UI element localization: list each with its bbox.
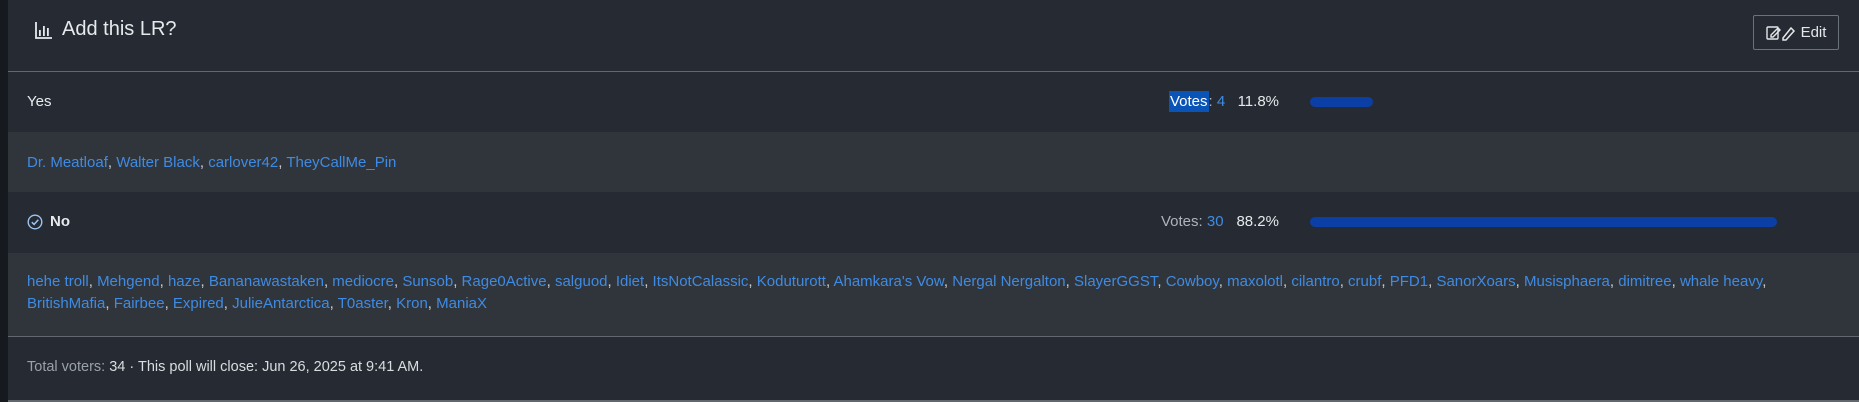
voter-separator: , — [88, 273, 98, 290]
percent-yes: 11.8% — [1237, 93, 1279, 110]
voter-link[interactable]: mediocre — [332, 273, 394, 290]
votes-number-no[interactable]: 30 — [1207, 213, 1224, 230]
voter-link[interactable]: Fairbee — [114, 295, 165, 312]
voter-separator: , — [607, 273, 616, 290]
voter-link[interactable]: cilantro — [1291, 273, 1339, 290]
voter-link[interactable]: dimitree — [1618, 273, 1671, 290]
edit-label: Edit — [1800, 24, 1827, 41]
option-no: No — [27, 213, 70, 230]
voter-separator: , — [107, 154, 117, 171]
voter-link[interactable]: T0aster — [338, 295, 388, 312]
voter-separator: , — [427, 295, 437, 312]
votes-count-yes[interactable]: Votes: 4 — [1169, 91, 1225, 112]
voter-separator: , — [1671, 273, 1680, 290]
poll-option-yes[interactable]: Yes Votes: 4 11.8% — [8, 72, 1859, 132]
voters-list-no: hehe troll, Mehgend, haze, Bananawastake… — [8, 253, 1859, 336]
voter-link[interactable]: BritishMafia — [27, 295, 105, 312]
poll-option-no[interactable]: No Votes: 30 88.2% — [8, 192, 1859, 253]
poll-title-block: Add this LR? — [34, 18, 177, 41]
voter-link[interactable]: Sunsob — [402, 273, 453, 290]
voter-link[interactable]: ManiaX — [436, 295, 487, 312]
voter-link[interactable]: PFD1 — [1390, 273, 1428, 290]
voter-link[interactable]: hehe troll — [27, 273, 89, 290]
voter-separator: , — [199, 154, 209, 171]
voter-link[interactable]: Expired — [173, 295, 224, 312]
voters-names-yes: Dr. Meatloaf, Walter Black, carlover42, … — [27, 152, 1829, 174]
bar-chart-icon — [35, 21, 52, 39]
votes-number-yes[interactable]: 4 — [1217, 93, 1225, 110]
voters-names-no: hehe troll, Mehgend, haze, Bananawastake… — [27, 271, 1829, 315]
voter-separator: , — [200, 273, 209, 290]
percent-no: 88.2% — [1236, 213, 1279, 230]
voter-separator: , — [943, 273, 953, 290]
poll-footer: Total voters: 34 · This poll will close:… — [8, 337, 1859, 400]
voter-link[interactable]: whale heavy — [1680, 273, 1762, 290]
voter-link[interactable]: JulieAntarctica — [232, 295, 330, 312]
voter-link[interactable]: SlayerGGST — [1074, 273, 1157, 290]
voter-separator: , — [1157, 273, 1166, 290]
voter-separator: , — [164, 295, 173, 312]
voter-link[interactable]: Kron — [396, 295, 428, 312]
voter-link[interactable]: Mehgend — [97, 273, 160, 290]
voter-separator: , — [329, 295, 338, 312]
vote-bar-no — [1310, 217, 1777, 227]
left-gutter — [0, 0, 8, 402]
voter-separator: , — [105, 295, 114, 312]
voter-link[interactable]: Musisphaera — [1524, 273, 1610, 290]
voter-separator: , — [1762, 273, 1767, 290]
voter-link[interactable]: Idiet — [616, 273, 644, 290]
voter-link[interactable]: Cowboy — [1166, 273, 1219, 290]
voter-separator: , — [1065, 273, 1074, 290]
edit-button[interactable]: Edit — [1753, 15, 1839, 50]
voter-link[interactable]: ItsNotCalassic — [653, 273, 749, 290]
total-voters-label: Total voters: — [27, 359, 106, 375]
option-label-no: No — [50, 213, 70, 230]
vote-bar-yes — [1310, 97, 1373, 107]
voter-separator: , — [387, 295, 397, 312]
voter-separator: , — [748, 273, 757, 290]
voter-separator: , — [546, 273, 555, 290]
voter-separator: , — [1339, 273, 1349, 290]
voter-separator: , — [453, 273, 462, 290]
voter-link[interactable]: Koduturott — [757, 273, 826, 290]
voter-separator: , — [1381, 273, 1390, 290]
voter-separator: , — [223, 295, 233, 312]
votes-label-no: Votes — [1161, 213, 1199, 230]
voter-link[interactable]: Nergal Nergalton — [952, 273, 1065, 290]
voter-link[interactable]: Rage0Active — [462, 273, 547, 290]
voter-link[interactable]: crubf — [1348, 273, 1381, 290]
voter-link[interactable]: Ahamkara's Vow — [833, 273, 943, 290]
voter-separator: , — [644, 273, 653, 290]
footer-text: Total voters: 34 · This poll will close:… — [27, 359, 423, 375]
voter-separator: , — [1609, 273, 1619, 290]
edit-icon — [1765, 25, 1795, 41]
check-circle-icon — [27, 213, 43, 230]
total-voters-count: 34 — [109, 359, 126, 375]
voters-list-yes: Dr. Meatloaf, Walter Black, carlover42, … — [8, 132, 1859, 192]
voter-link[interactable]: haze — [168, 273, 201, 290]
voter-link[interactable]: Dr. Meatloaf — [27, 154, 108, 171]
voter-link[interactable]: maxolotl — [1227, 273, 1283, 290]
poll-close-text: · This poll will close: Jun 26, 2025 at … — [129, 359, 424, 375]
voter-link[interactable]: SanorXoars — [1436, 273, 1515, 290]
votes-label-yes: Votes — [1169, 91, 1209, 112]
voter-separator: , — [159, 273, 168, 290]
voter-link[interactable]: TheyCallMe_Pin — [286, 154, 396, 171]
voter-separator: , — [1218, 273, 1228, 290]
option-label-yes: Yes — [27, 93, 52, 110]
voter-link[interactable]: carlover42 — [208, 154, 278, 171]
votes-count-no[interactable]: Votes: 30 — [1161, 213, 1224, 230]
voter-link[interactable]: Walter Black — [116, 154, 200, 171]
voter-link[interactable]: salguod — [555, 273, 608, 290]
voter-link[interactable]: Bananawastaken — [209, 273, 324, 290]
poll-title: Add this LR? — [62, 18, 177, 40]
poll-header: Add this LR? Edit — [8, 0, 1859, 71]
voter-separator: , — [1515, 273, 1524, 290]
